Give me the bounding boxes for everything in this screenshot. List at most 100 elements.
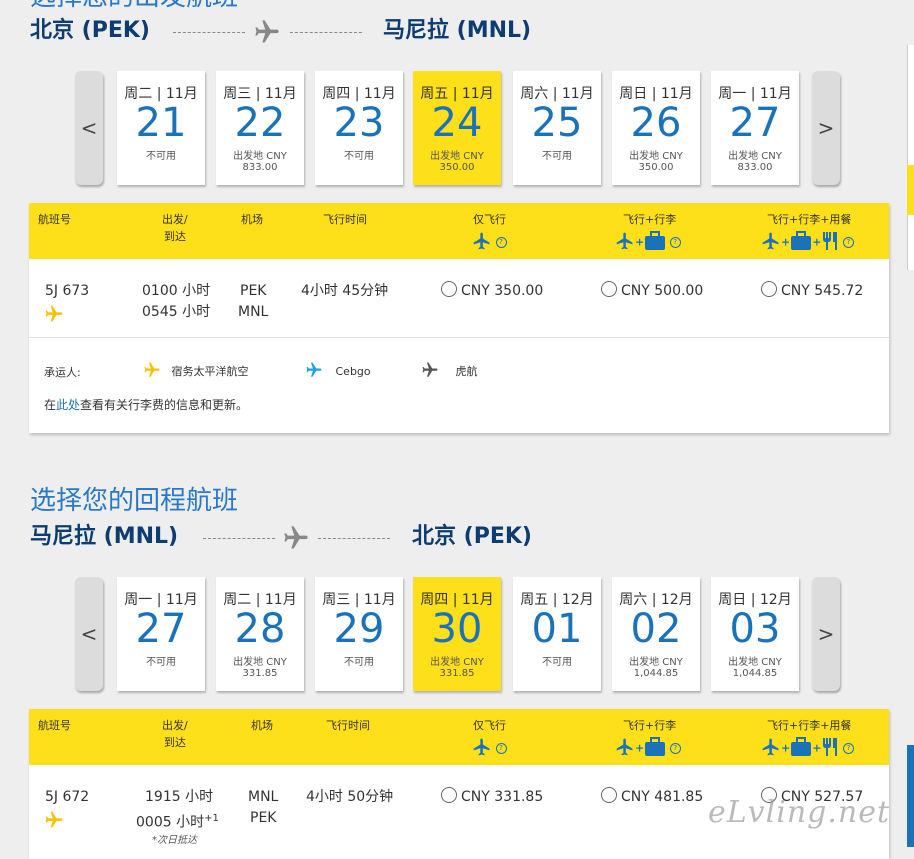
col-flight-no: 航班号 [38, 719, 71, 732]
date-weekday-month: 周一 | 11月 [718, 86, 792, 102]
side-tab-blue[interactable] [907, 745, 914, 847]
side-tab-yellow[interactable] [907, 165, 914, 215]
outbound-date-0[interactable]: 周二 | 11月 21 不可用 [117, 71, 205, 185]
inbound-date-2[interactable]: 周三 | 11月 29 不可用 [315, 577, 403, 691]
outbound-from-city: 北京 (PEK) [30, 18, 150, 43]
cebgo-icon [304, 361, 324, 382]
inbound-date-5[interactable]: 周六 | 12月 02 出发地 CNY 1,044.85 [612, 577, 700, 691]
baggage-note: 在此处查看有关行李费的信息和更新。 [44, 396, 248, 413]
departure-time: 1915 小时 [145, 789, 214, 805]
date-weekday-month: 周三 | 11月 [223, 86, 297, 102]
date-day-number: 02 [630, 606, 682, 652]
fare-radio[interactable] [601, 787, 617, 803]
col-arrive: 到达 [164, 736, 186, 749]
side-panel-edge [907, 45, 914, 165]
date-status-label: 出发地 CNY [629, 151, 683, 162]
fly-only-icons: ? [472, 737, 507, 760]
date-day-number: 29 [333, 606, 385, 652]
date-lowest-price: 1,044.85 [732, 668, 778, 679]
watermark: eLvling.net [708, 795, 891, 830]
date-weekday-month: 周日 | 12月 [718, 592, 792, 608]
date-weekday-month: 周二 | 11月 [124, 86, 198, 102]
fare-price: CNY 500.00 [621, 283, 704, 299]
outbound-date-2[interactable]: 周四 | 11月 23 不可用 [315, 71, 403, 185]
flight-number: 5J 673 [45, 283, 90, 299]
outbound-table-header: 航班号 出发/ 到达 机场 飞行时间 仅飞行 ? 飞行+行李 + ? 飞行+行李… [29, 203, 889, 259]
luggage-icon [644, 737, 666, 760]
fly-only-icons: ? [472, 231, 507, 254]
meal-icon [821, 231, 839, 254]
date-status-label: 不可用 [146, 657, 176, 668]
help-icon[interactable]: ? [669, 237, 681, 248]
date-weekday-month: 周日 | 11月 [619, 86, 693, 102]
baggage-info-link[interactable]: 此处 [56, 398, 80, 412]
inbound-date-0[interactable]: 周一 | 11月 27 不可用 [117, 577, 205, 691]
next-day-marker: +1 [204, 813, 219, 824]
departure-airport: PEK [240, 283, 267, 299]
inbound-prev-week-button[interactable]: < [75, 577, 103, 691]
date-day-number: 26 [630, 100, 682, 146]
date-day-number: 24 [431, 100, 483, 146]
inbound-date-4[interactable]: 周五 | 12月 01 不可用 [513, 577, 601, 691]
date-day-number: 23 [333, 100, 385, 146]
fly-bag-meal-icons: + + ? [761, 737, 854, 760]
help-icon[interactable]: ? [842, 237, 854, 248]
date-weekday-month: 周一 | 11月 [124, 592, 198, 608]
date-weekday-month: 周五 | 12月 [520, 592, 594, 608]
fare-fly-bag-meal-option[interactable]: CNY 545.72 [761, 281, 863, 302]
date-status-label: 出发地 CNY [233, 657, 287, 668]
outbound-date-1[interactable]: 周三 | 11月 22 出发地 CNY 833.00 [216, 71, 304, 185]
plane-icon [761, 231, 781, 254]
outbound-next-week-button[interactable]: > [812, 71, 840, 185]
arrival-airport: PEK [250, 810, 277, 826]
cebu-pacific-icon [43, 304, 65, 331]
carrier-name: 虎航 [455, 364, 478, 378]
col-duration: 飞行时间 [326, 719, 370, 732]
fare-price: CNY 481.85 [621, 789, 704, 805]
date-weekday-month: 周三 | 11月 [322, 592, 396, 608]
inbound-date-3[interactable]: 周四 | 11月 30 出发地 CNY 331.85 [413, 577, 501, 691]
inbound-date-1[interactable]: 周二 | 11月 28 出发地 CNY 331.85 [216, 577, 304, 691]
fare-fly-bag-option[interactable]: CNY 500.00 [601, 281, 703, 302]
fare-fly-only-option[interactable]: CNY 331.85 [441, 787, 543, 808]
plane-icon [472, 737, 492, 760]
date-status-label: 不可用 [542, 657, 572, 668]
outbound-date-3[interactable]: 周五 | 11月 24 出发地 CNY 350.00 [413, 71, 501, 185]
flight-number: 5J 672 [45, 789, 90, 805]
outbound-date-5[interactable]: 周日 | 11月 26 出发地 CNY 350.00 [612, 71, 700, 185]
date-status-label: 出发地 CNY [629, 657, 683, 668]
outbound-date-6[interactable]: 周一 | 11月 27 出发地 CNY 833.00 [711, 71, 799, 185]
date-weekday-month: 周四 | 11月 [420, 592, 494, 608]
help-icon[interactable]: ? [495, 743, 507, 754]
inbound-from-city: 马尼拉 (MNL) [30, 524, 179, 549]
fare-radio[interactable] [761, 281, 777, 297]
fare-radio[interactable] [441, 281, 457, 297]
help-icon[interactable]: ? [495, 237, 507, 248]
col-fare-fly-bag: 飞行+行李 [623, 213, 677, 226]
col-depart: 出发/ [162, 719, 188, 732]
date-status-label: 出发地 CNY [430, 151, 484, 162]
date-day-number: 27 [729, 100, 781, 146]
carrier-cebu-pacific: 宿务太平洋航空 [142, 361, 249, 382]
date-lowest-price: 331.85 [439, 668, 475, 679]
fare-fly-bag-option[interactable]: CNY 481.85 [601, 787, 703, 808]
luggage-icon [790, 737, 812, 760]
date-status-label: 出发地 CNY [430, 657, 484, 668]
col-depart: 出发/ [162, 213, 188, 226]
arrival-time-text: 0005 小时 [136, 814, 205, 831]
flight-duration: 4小时 50分钟 [306, 789, 394, 805]
help-icon[interactable]: ? [669, 743, 681, 754]
meal-icon [821, 737, 839, 760]
carrier-label: 承运人: [44, 366, 81, 379]
fare-radio[interactable] [601, 281, 617, 297]
plane-icon [761, 737, 781, 760]
fare-radio[interactable] [441, 787, 457, 803]
help-icon[interactable]: ? [842, 743, 854, 754]
fare-fly-only-option[interactable]: CNY 350.00 [441, 281, 543, 302]
outbound-date-4[interactable]: 周六 | 11月 25 不可用 [513, 71, 601, 185]
date-lowest-price: 331.85 [242, 668, 278, 679]
inbound-next-week-button[interactable]: > [812, 577, 840, 691]
inbound-date-6[interactable]: 周日 | 12月 03 出发地 CNY 1,044.85 [711, 577, 799, 691]
outbound-prev-week-button[interactable]: < [75, 71, 103, 185]
date-weekday-month: 周五 | 11月 [420, 86, 494, 102]
